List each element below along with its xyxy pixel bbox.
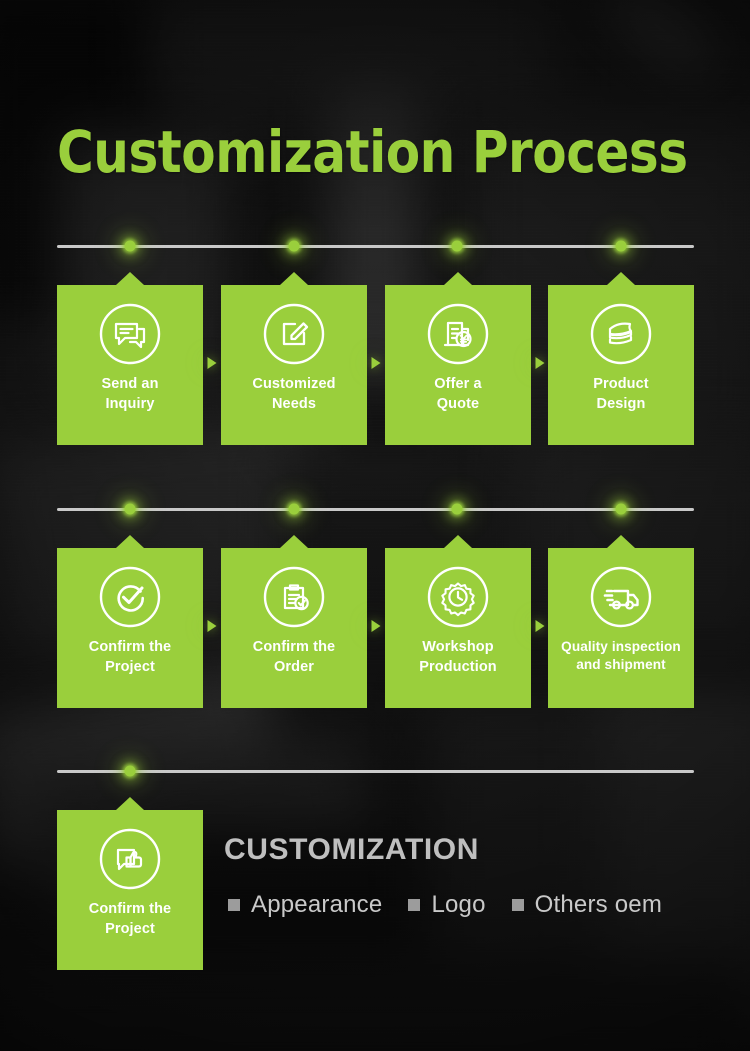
process-card-quality-inspection-and-shipment[interactable]: Quality inspection and shipment	[548, 535, 694, 708]
edit-square-icon	[263, 303, 325, 365]
rail-dot	[124, 765, 136, 777]
rail-dot	[615, 503, 627, 515]
card-notch	[280, 535, 308, 548]
step-arrow	[207, 357, 217, 369]
card-notch	[607, 535, 635, 548]
process-card-customized-needs[interactable]: Customized Needs	[221, 272, 367, 445]
process-card-confirm-the-order[interactable]: Confirm the Order	[221, 535, 367, 708]
invoice-currency-icon	[427, 303, 489, 365]
step-arrow	[371, 620, 381, 632]
list-item-label: Appearance	[251, 891, 383, 918]
rail-dot	[288, 503, 300, 515]
rail-dot	[615, 240, 627, 252]
square-bullet-icon	[408, 899, 421, 911]
card-notch	[444, 272, 472, 285]
process-row-1: Send an Inquiry Customized Needs Offer a…	[0, 272, 750, 455]
rail-dot	[451, 503, 463, 515]
card-label: Confirm the Project	[88, 901, 172, 937]
process-card-product-design[interactable]: Product Design	[548, 272, 694, 445]
rail-dot	[288, 240, 300, 252]
gear-clock-icon	[427, 566, 489, 628]
process-row-2: Confirm the Project Confirm the Order Wo…	[0, 535, 750, 718]
connector-rail-row1	[57, 245, 694, 248]
step-arrow	[371, 357, 381, 369]
card-label: Product Design	[593, 376, 649, 412]
card-notch	[116, 535, 144, 548]
process-card-workshop-production[interactable]: Workshop Production	[385, 535, 531, 708]
rail-dot	[124, 503, 136, 515]
list-item[interactable]: Others oem	[511, 891, 663, 919]
customization-heading: CUSTOMIZATION	[224, 833, 480, 866]
card-label: Send an Inquiry	[101, 376, 159, 412]
check-circle-icon	[99, 566, 161, 628]
card-label: Confirm the Project	[88, 639, 172, 675]
card-label: Offer a Quote	[434, 376, 482, 412]
step-arrow	[207, 620, 217, 632]
rail-dot	[451, 240, 463, 252]
connector-rail-row2	[57, 508, 694, 511]
list-item[interactable]: Logo	[408, 891, 485, 919]
square-bullet-icon	[511, 899, 524, 911]
delivery-truck-icon	[590, 566, 652, 628]
card-label: Confirm the Order	[252, 639, 336, 675]
card-label: Quality inspection and shipment	[561, 639, 681, 673]
customization-list: Appearance Logo Others oem	[228, 891, 662, 919]
card-notch	[444, 535, 472, 548]
card-notch	[116, 272, 144, 285]
process-card-offer-a-quote[interactable]: Offer a Quote	[385, 272, 531, 445]
paper-stack-icon	[590, 303, 652, 365]
card-label: Workshop Production	[419, 639, 497, 675]
card-label: Customized Needs	[252, 376, 336, 412]
process-card-send-an-inquiry[interactable]: Send an Inquiry	[57, 272, 203, 445]
list-item[interactable]: Appearance	[228, 891, 382, 919]
card-notch	[280, 272, 308, 285]
thumbs-up-chat-icon	[99, 828, 161, 890]
square-bullet-icon	[228, 899, 240, 911]
process-card-confirm-the-project-final[interactable]: Confirm the Project	[57, 797, 203, 970]
card-notch	[607, 272, 635, 285]
page-title: Customization Process	[57, 118, 688, 186]
process-card-confirm-the-project[interactable]: Confirm the Project	[57, 535, 203, 708]
card-notch	[116, 797, 144, 810]
chat-bubbles-icon	[99, 303, 161, 365]
clipboard-check-icon	[263, 566, 325, 628]
step-arrow	[535, 357, 545, 369]
connector-rail-row3	[57, 770, 694, 773]
list-item-label: Others oem	[534, 891, 663, 918]
rail-dot	[124, 240, 136, 252]
list-item-label: Logo	[431, 891, 486, 918]
step-arrow	[535, 620, 545, 632]
